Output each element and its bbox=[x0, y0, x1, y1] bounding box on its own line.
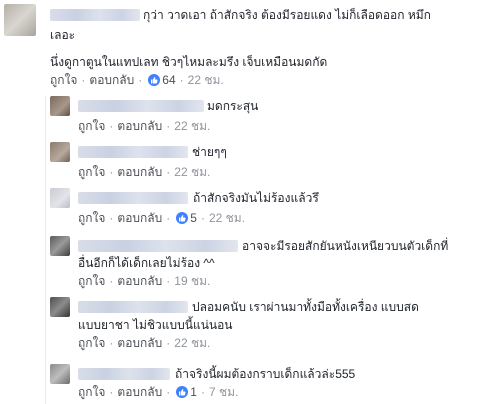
like-thumb-icon[interactable] bbox=[176, 386, 189, 398]
commenter-name-redacted[interactable] bbox=[78, 368, 170, 380]
like-link[interactable]: ถูกใจ bbox=[78, 118, 105, 134]
avatar[interactable] bbox=[50, 188, 70, 208]
separator-dot: · bbox=[138, 73, 143, 87]
timestamp[interactable]: 22 ชม. bbox=[209, 210, 245, 226]
reaction-count[interactable]: 64 bbox=[162, 72, 175, 88]
reply-link[interactable]: ตอบกลับ bbox=[117, 210, 162, 226]
separator-dot: · bbox=[166, 211, 171, 225]
commenter-name-redacted[interactable] bbox=[78, 301, 188, 313]
comment-text-line: เลอะ bbox=[50, 28, 76, 42]
avatar[interactable] bbox=[50, 364, 70, 384]
reply-link[interactable]: ตอบกลับ bbox=[117, 164, 162, 180]
commenter-name-redacted[interactable] bbox=[78, 192, 188, 204]
comment-text-line: ถ้าสักจริงมันไม่ร้องแล้วรึ bbox=[193, 191, 319, 205]
reply-link[interactable]: ตอบกลับ bbox=[117, 273, 162, 289]
avatar[interactable] bbox=[4, 4, 36, 36]
reaction-count[interactable]: 5 bbox=[190, 210, 197, 226]
separator-dot: · bbox=[109, 385, 114, 399]
comment-text-line: ถ้าจริงนี้ผมต้องกราบเด็กแล้วล่ะ555 bbox=[175, 367, 356, 381]
comment-text-line: ปลอมคนับ เราผ่านมาทั้งมือทั้งเครื่อง แบบ… bbox=[192, 300, 419, 314]
separator-dot: · bbox=[81, 73, 86, 87]
timestamp[interactable]: 19 ชม. bbox=[174, 273, 210, 289]
comment-actions: ถูกใจ · ตอบกลับ · 1 · 7 ชม. bbox=[78, 384, 238, 400]
separator-dot: · bbox=[109, 119, 114, 133]
reply-link[interactable]: ตอบกลับ bbox=[117, 335, 162, 351]
separator-dot: · bbox=[109, 165, 114, 179]
reaction-count[interactable]: 1 bbox=[190, 384, 197, 400]
separator-dot: · bbox=[166, 385, 171, 399]
like-link[interactable]: ถูกใจ bbox=[78, 164, 105, 180]
comment-text-line: แบบยาชา ไม่ชิวแบบนี้แน่นอน bbox=[78, 318, 233, 332]
comment-actions: ถูกใจ · ตอบกลับ · 22 ชม. bbox=[78, 335, 210, 351]
comment-actions: ถูกใจ · ตอบกลับ · 19 ชม. bbox=[78, 273, 210, 289]
like-thumb-icon[interactable] bbox=[148, 74, 161, 86]
timestamp[interactable]: 7 ชม. bbox=[209, 384, 238, 400]
avatar[interactable] bbox=[50, 142, 70, 162]
separator-dot: · bbox=[179, 73, 184, 87]
like-link[interactable]: ถูกใจ bbox=[78, 384, 105, 400]
reply-link[interactable]: ตอบกลับ bbox=[89, 72, 134, 88]
separator-dot: · bbox=[109, 211, 114, 225]
separator-dot: · bbox=[109, 336, 114, 350]
timestamp[interactable]: 22 ชม. bbox=[174, 335, 210, 351]
separator-dot: · bbox=[200, 211, 205, 225]
comment-text-line: อื่นอีกก็ได้เด็กเลยไม่ร้อง ^^ bbox=[78, 256, 215, 270]
commenter-name-redacted[interactable] bbox=[78, 100, 204, 112]
avatar[interactable] bbox=[50, 236, 70, 256]
like-thumb-icon[interactable] bbox=[176, 212, 189, 224]
timestamp[interactable]: 22 ชม. bbox=[188, 72, 224, 88]
avatar[interactable] bbox=[50, 297, 70, 317]
separator-dot: · bbox=[200, 385, 205, 399]
avatar[interactable] bbox=[50, 96, 70, 116]
separator-dot: · bbox=[166, 119, 171, 133]
like-link[interactable]: ถูกใจ bbox=[78, 210, 105, 226]
comment-text-line: นึ่งดูกาตูนในแทปเลท ชิวๆไหมละมรึง เจ็บเห… bbox=[50, 55, 328, 69]
comment-actions: ถูกใจ · ตอบกลับ · 22 ชม. bbox=[78, 164, 210, 180]
separator-dot: · bbox=[109, 274, 114, 288]
reply-link[interactable]: ตอบกลับ bbox=[117, 384, 162, 400]
timestamp[interactable]: 22 ชม. bbox=[174, 118, 210, 134]
like-link[interactable]: ถูกใจ bbox=[78, 273, 105, 289]
comment-text-line: กุว่า วาดเอา ถ้าสักจริง ต้องมีรอยแดง ไม่… bbox=[143, 8, 431, 22]
like-link[interactable]: ถูกใจ bbox=[78, 335, 105, 351]
timestamp[interactable]: 22 ชม. bbox=[174, 164, 210, 180]
separator-dot: · bbox=[166, 165, 171, 179]
commenter-name-redacted[interactable] bbox=[78, 146, 188, 158]
comment-actions: ถูกใจ · ตอบกลับ · 64 · 22 ชม. bbox=[50, 72, 224, 88]
separator-dot: · bbox=[166, 336, 171, 350]
comment-text-line: ช่ายๆๆ bbox=[192, 145, 227, 159]
comment-text-line: อาจจะมีรอยสักยันหนังเหนียวบนตัวเด็กที่ bbox=[242, 239, 449, 253]
like-link[interactable]: ถูกใจ bbox=[50, 72, 77, 88]
reply-thread-line bbox=[45, 96, 46, 404]
separator-dot: · bbox=[166, 274, 171, 288]
commenter-name-redacted[interactable] bbox=[50, 9, 140, 21]
comment-actions: ถูกใจ · ตอบกลับ · 5 · 22 ชม. bbox=[78, 210, 245, 226]
comment-text-line: มดกระสุน bbox=[207, 99, 259, 113]
comment-actions: ถูกใจ · ตอบกลับ · 22 ชม. bbox=[78, 118, 210, 134]
reply-link[interactable]: ตอบกลับ bbox=[117, 118, 162, 134]
commenter-name-redacted[interactable] bbox=[78, 240, 238, 252]
